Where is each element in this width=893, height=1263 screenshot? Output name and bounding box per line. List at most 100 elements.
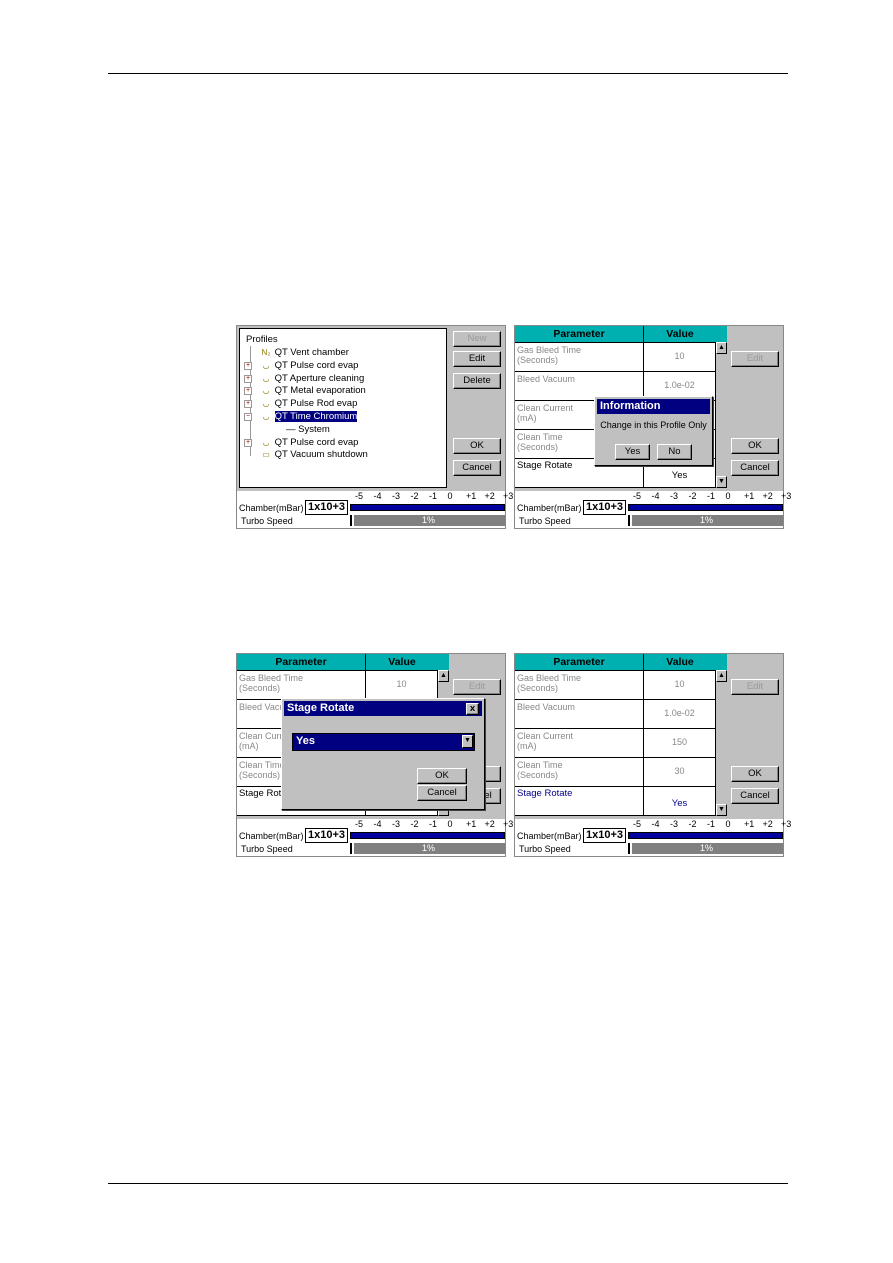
expand-toggle[interactable]: + — [244, 387, 252, 396]
info-dialog-screenshot: Parameter Value Gas Bleed Time (Seconds)… — [514, 325, 791, 529]
tree-item[interactable]: N₂ QT Vent chamber — [260, 347, 349, 359]
header-filler — [438, 654, 449, 671]
scale-tick: +1 — [466, 491, 477, 501]
scroll-up-icon[interactable]: ▲ — [438, 670, 449, 682]
tree-item[interactable]: ◡ QT Metal evaporation — [260, 385, 366, 397]
pressure-bar — [628, 832, 783, 839]
dialog-message: Change in this Profile Only — [600, 420, 707, 430]
new-button[interactable]: New — [453, 331, 501, 347]
expand-toggle[interactable]: − — [244, 413, 252, 421]
parameter-value[interactable]: Yes — [643, 787, 715, 816]
chamber-value: 1x10+3 — [583, 828, 627, 843]
scale-tick: 0 — [725, 819, 731, 829]
header-filler — [716, 654, 727, 671]
parameter-name[interactable]: Bleed Vacuum — [515, 700, 643, 729]
scrollbar[interactable]: ▲ ▼ — [715, 670, 728, 816]
ok-button[interactable]: OK — [731, 438, 779, 454]
turbo-label: Turbo Speed — [241, 844, 293, 854]
status-area: Chamber(mBar) 1x10+3 -5 -4 -3 -2 -1 0 +1 +2 +3 T… — [237, 491, 513, 528]
parameter-value[interactable]: 10 — [643, 343, 715, 372]
no-button[interactable]: No — [657, 444, 692, 460]
profiles-screenshot: Profiles N₂ QT Vent chamber + ◡ QT Pulse c… — [236, 325, 513, 529]
turbo-value: 1% — [421, 515, 435, 525]
tree-item[interactable]: ◡ QT Pulse Rod evap — [260, 398, 358, 410]
tree-item[interactable]: ◡ QT Aperture cleaning — [260, 373, 365, 385]
parameter-header: Parameter — [515, 654, 643, 671]
tree-item-label: QT Metal evaporation — [274, 385, 366, 397]
scale-tick: -5 — [355, 491, 364, 501]
tree-item[interactable]: ◡ QT Time Chromium — [260, 411, 358, 423]
expand-toggle[interactable]: + — [244, 400, 252, 409]
ok-button[interactable]: OK — [417, 768, 467, 784]
yes-button[interactable]: Yes — [615, 444, 650, 460]
parameter-name[interactable]: Stage Rotate — [515, 787, 643, 816]
parameter-name[interactable]: Gas Bleed Time (Seconds) — [515, 671, 643, 700]
value-header: Value — [365, 654, 438, 671]
scrollbar[interactable]: ▲ ▼ — [715, 342, 728, 488]
scale-tick: +1 — [466, 819, 477, 829]
tree-item[interactable]: ▭ QT Vacuum shutdown — [260, 449, 368, 461]
parameter-value[interactable]: 30 — [643, 758, 715, 787]
parameter-value[interactable]: 150 — [643, 729, 715, 758]
scale-tick: +3 — [781, 819, 792, 829]
tree-item[interactable]: ◡ QT Pulse cord evap — [260, 437, 359, 449]
expand-toggle[interactable]: + — [244, 438, 252, 447]
vacuum-icon: ▭ — [262, 450, 270, 460]
scroll-down-icon[interactable]: ▼ — [716, 476, 727, 488]
scale-tick: 0 — [447, 491, 453, 501]
expand-toggle[interactable]: + — [244, 374, 252, 383]
scale-tick: +3 — [781, 491, 792, 501]
stage-rotate-dialog: Stage Rotate x Yes ▼ OK Cancel — [281, 698, 485, 810]
scroll-down-icon[interactable]: ▼ — [716, 804, 727, 816]
chamber-label: Chamber(mBar) — [239, 831, 304, 841]
parameter-name[interactable]: Gas Bleed Time (Seconds) — [515, 343, 643, 372]
scroll-up-icon[interactable]: ▲ — [716, 342, 727, 354]
turbo-speed-bar: 1% — [628, 515, 783, 526]
profiles-tree[interactable]: Profiles N₂ QT Vent chamber + ◡ QT Pulse c… — [239, 328, 447, 488]
turbo-speed-bar: 1% — [350, 843, 505, 854]
chamber-label: Chamber(mBar) — [239, 503, 304, 513]
edit-button[interactable]: Edit — [453, 351, 501, 367]
ok-button[interactable]: OK — [453, 438, 501, 454]
ok-button[interactable]: OK — [731, 766, 779, 782]
scale-tick: -2 — [410, 491, 419, 501]
parameter-value[interactable]: 10 — [365, 671, 437, 700]
tree-item[interactable]: — System — [286, 424, 330, 436]
close-button[interactable]: x — [466, 703, 479, 715]
stage-rotate-dialog-screenshot: Parameter Value Gas Bleed Time (Seconds)… — [236, 653, 513, 857]
scroll-up-icon[interactable]: ▲ — [716, 670, 727, 682]
parameter-value[interactable]: 1.0e-02 — [643, 700, 715, 729]
edit-button[interactable]: Edit — [731, 351, 779, 367]
tree-item-label: System — [298, 423, 330, 435]
tree-item-label: QT Time Chromium — [274, 411, 358, 422]
cancel-button[interactable]: Cancel — [731, 460, 779, 476]
cancel-button[interactable]: Cancel — [417, 785, 467, 801]
dialog-title: Information — [597, 399, 710, 414]
turbo-value: 1% — [699, 515, 713, 525]
chamber-value: 1x10+3 — [305, 500, 349, 515]
turbo-value: 1% — [699, 843, 713, 853]
parameter-name[interactable]: Clean Time (Seconds) — [515, 758, 643, 787]
scale-tick: -2 — [688, 491, 697, 501]
tree-item-label: QT Pulse cord evap — [274, 359, 359, 371]
edit-button[interactable]: Edit — [731, 679, 779, 695]
parameter-header: Parameter — [237, 654, 365, 671]
chevron-down-icon[interactable]: ▼ — [462, 735, 473, 748]
parameter-value[interactable]: 10 — [643, 671, 715, 700]
pressure-bar — [350, 832, 505, 839]
delete-button[interactable]: Delete — [453, 373, 501, 389]
parameter-name[interactable]: Clean Current (mA) — [515, 729, 643, 758]
stage-rotate-select[interactable]: Yes ▼ — [292, 733, 475, 751]
parameter-name[interactable]: Gas Bleed Time (Seconds) — [237, 671, 365, 700]
turbo-value: 1% — [421, 843, 435, 853]
expand-toggle[interactable]: + — [244, 361, 252, 370]
turbo-label: Turbo Speed — [519, 516, 571, 526]
scale-tick: -1 — [429, 819, 438, 829]
cancel-button[interactable]: Cancel — [453, 460, 501, 476]
parameters-screenshot: Parameter Value Gas Bleed Time (Seconds)… — [514, 653, 791, 857]
scale-tick: -5 — [355, 819, 364, 829]
cancel-button[interactable]: Cancel — [731, 788, 779, 804]
edit-button[interactable]: Edit — [453, 679, 501, 695]
scale-tick: 0 — [725, 491, 731, 501]
tree-item[interactable]: ◡ QT Pulse cord evap — [260, 359, 359, 372]
